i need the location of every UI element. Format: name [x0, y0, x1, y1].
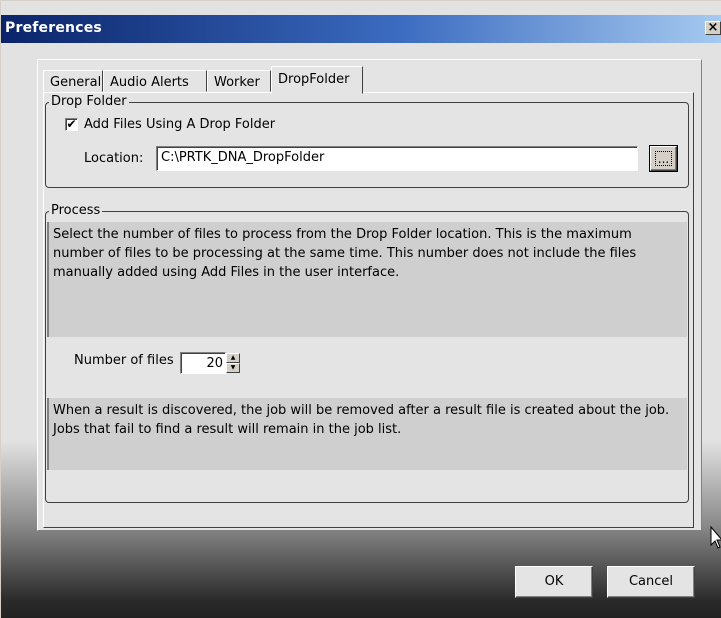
- number-of-files-label: Number of files: [74, 353, 174, 368]
- process-note: When a result is discovered, the job wil…: [47, 398, 687, 470]
- checkmark-icon: ✔: [66, 117, 77, 131]
- add-files-checkbox[interactable]: ✔: [65, 118, 78, 131]
- drop-folder-legend: Drop Folder: [49, 94, 129, 109]
- window-title: Preferences: [5, 20, 102, 36]
- tab-audio-alerts[interactable]: Audio Alerts: [103, 70, 207, 92]
- location-input[interactable]: C:\PRTK_DNA_DropFolder: [156, 146, 638, 171]
- browse-button[interactable]: ...: [650, 146, 677, 171]
- preferences-pane: General Audio Alerts Worker DropFolder D…: [37, 59, 702, 531]
- preferences-dialog: Preferences × General Audio Alerts Worke…: [0, 0, 721, 618]
- location-label: Location:: [84, 151, 144, 166]
- number-of-files-spinner[interactable]: 20 ▲ ▼: [180, 352, 240, 374]
- close-button[interactable]: ×: [705, 21, 721, 35]
- dropfolder-tab-panel: Drop Folder ✔ Add Files Using A Drop Fol…: [43, 92, 694, 528]
- spin-down-icon[interactable]: ▼: [226, 363, 240, 373]
- title-bar: Preferences ×: [1, 15, 721, 43]
- browse-button-label: ...: [655, 151, 672, 166]
- tab-dropfolder-label: DropFolder: [278, 72, 350, 87]
- tab-dropfolder[interactable]: DropFolder: [271, 66, 363, 94]
- add-files-checkbox-label: Add Files Using A Drop Folder: [84, 117, 276, 132]
- close-icon: ×: [707, 20, 719, 35]
- tab-general[interactable]: General: [43, 70, 103, 92]
- cancel-button[interactable]: Cancel: [607, 566, 695, 598]
- ok-button[interactable]: OK: [515, 566, 593, 598]
- process-legend: Process: [49, 203, 103, 218]
- tab-general-label: General: [50, 75, 102, 90]
- tab-worker-label: Worker: [214, 75, 260, 90]
- tab-audio-alerts-label: Audio Alerts: [110, 75, 189, 90]
- mouse-cursor-icon: [710, 526, 721, 549]
- process-description: Select the number of files to process fr…: [47, 222, 687, 337]
- process-group: Process Select the number of files to pr…: [45, 203, 689, 503]
- tab-worker[interactable]: Worker: [207, 70, 271, 92]
- spin-up-icon[interactable]: ▲: [226, 353, 240, 363]
- number-of-files-input[interactable]: 20: [180, 352, 226, 374]
- drop-folder-group: Drop Folder ✔ Add Files Using A Drop Fol…: [45, 94, 689, 188]
